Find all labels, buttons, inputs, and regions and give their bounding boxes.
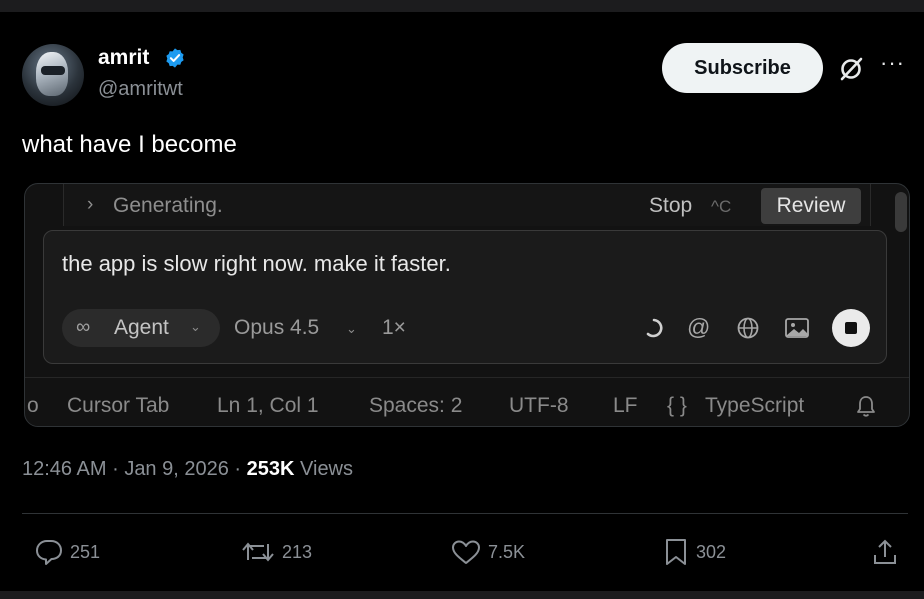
chat-input-box: the app is slow right now. make it faste… [43,230,887,364]
like-icon [452,540,480,564]
meta-separator: · [112,458,119,480]
chevron-down-icon: ⌄ [346,321,357,336]
agent-mode-selector: ∞ Agent ⌄ [62,309,220,347]
status-braces: { } [667,394,687,417]
status-line-ending: LF [613,394,638,417]
views-count: 253K [246,458,295,480]
share-button[interactable] [870,537,906,567]
at-icon: @ [687,314,711,340]
bookmark-button[interactable]: 302 [662,537,726,567]
share-icon [874,539,896,564]
tweet-date[interactable]: Jan 9, 2026 [124,458,229,480]
verified-badge-icon [166,48,184,68]
like-count: 7.5K [488,541,526,562]
chevron-right-icon: › [87,194,94,215]
bookmark-icon [666,539,686,565]
divider [22,513,908,514]
grok-icon[interactable] [838,56,864,82]
reply-button[interactable]: 251 [34,537,100,567]
tweet-meta: 12:46 AM · Jan 9, 2026 · 253K Views [22,458,353,481]
status-divider [25,377,909,378]
infinity-icon: ∞ [76,316,91,338]
repost-button[interactable]: 213 [240,537,312,567]
prompt-text: the app is slow right now. make it faste… [62,251,451,276]
globe-icon [737,317,759,339]
bottom-edge [0,591,924,599]
chevron-down-icon: ⌄ [190,319,201,334]
embedded-screenshot[interactable]: › Generating. Stop ^C Review the app is … [24,183,910,427]
review-button: Review [761,188,861,224]
reply-icon [36,540,62,565]
generating-status: Generating. [113,194,223,217]
author-handle[interactable]: @amritwt [98,78,183,101]
status-spaces: Spaces: 2 [369,394,463,417]
author-name[interactable]: amrit [98,46,149,70]
image-icon [785,318,809,338]
status-cut-glyph: o [27,394,39,417]
spinner-icon [646,318,663,338]
scrollbar-thumb [895,192,907,232]
avatar-visor [41,66,65,75]
views-label: Views [300,458,354,480]
status-cursor-tab: Cursor Tab [67,394,170,417]
avatar[interactable] [22,44,84,106]
stop-shortcut: ^C [711,197,732,216]
stop-icon [832,309,870,347]
more-icon[interactable]: ··· [880,50,905,76]
tweet-time[interactable]: 12:46 AM [22,458,107,480]
stop-label: Stop [649,194,693,217]
top-edge [0,0,924,12]
status-encoding: UTF-8 [509,394,569,417]
meta-separator: · [234,458,242,480]
bell-icon [857,396,875,417]
subscribe-button[interactable]: Subscribe [662,43,823,93]
tweet-text: what have I become [22,131,237,158]
agent-label: Agent [114,316,169,339]
repost-count: 213 [282,541,313,562]
repost-icon [242,542,274,562]
stop-square [845,322,857,334]
bookmark-count: 302 [696,541,727,562]
reply-count: 251 [70,541,101,562]
model-selector: Opus 4.5 [234,316,320,339]
like-button[interactable]: 7.5K [450,537,525,567]
speed-multiplier: 1× [382,316,406,339]
status-position: Ln 1, Col 1 [217,394,319,417]
status-language: TypeScript [705,394,805,417]
